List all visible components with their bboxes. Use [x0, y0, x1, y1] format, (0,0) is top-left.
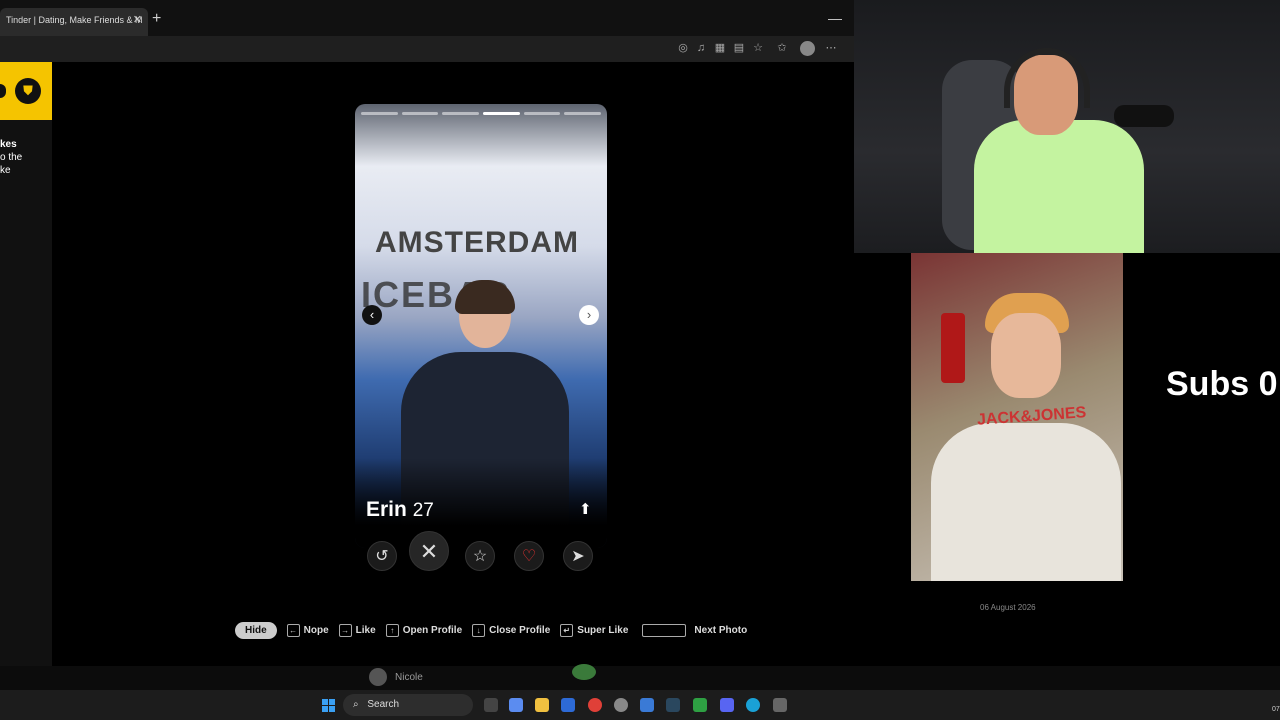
status-indicator [572, 664, 596, 680]
rewind-icon[interactable]: ↺ [367, 541, 397, 571]
taskbar-clock: 07 [1272, 706, 1280, 713]
location-icon[interactable]: ◎ [677, 42, 689, 54]
copilot-icon[interactable] [509, 698, 523, 712]
headset-icon [1004, 48, 1090, 108]
avatar [369, 668, 387, 686]
chrome-icon[interactable] [588, 698, 602, 712]
windows-taskbar: ⌕ Search [0, 690, 1280, 720]
edge-icon[interactable] [746, 698, 760, 712]
tab-close-icon[interactable]: ✕ [133, 13, 142, 26]
chat-user-name: Nicole [395, 671, 423, 683]
photo-progress-segment [483, 112, 520, 115]
open-profile-arrow-up-icon[interactable]: ⬆ [579, 500, 592, 518]
tab-tinder[interactable]: Tinder | Dating, Make Friends & M ✕ [0, 8, 148, 36]
keyboard-shortcut-legend: Hide ← Nope → Like ↑ Open Profile ↓ Close Pr… [235, 620, 747, 640]
hide-shortcuts-button[interactable]: Hide [235, 621, 277, 639]
shortcut-next-photo: Next Photo [638, 623, 747, 637]
shortcut-like: → Like [338, 623, 376, 637]
browser-toolbar: ◎ ♫ ▦ ▤ ☆ ✩ ⋯ [0, 36, 854, 62]
photo-progress-segment [361, 112, 398, 115]
app-icon-3[interactable] [693, 698, 707, 712]
shield-icon[interactable]: ⛊ [15, 78, 41, 104]
boost-send-icon[interactable]: ➤ [563, 541, 593, 571]
microphone-icon [1114, 105, 1174, 127]
search-icon: ⌕ [353, 699, 359, 710]
background-window-strip [0, 666, 1280, 690]
photo-sign-text: AMSTERDAM [375, 226, 579, 259]
safety-toolkit-box[interactable]: ⛊ [0, 62, 52, 120]
profile-card[interactable]: AMSTERDAM ICEBAR ‹ › Erin 27 ⬆ [355, 104, 607, 548]
more-menu-icon[interactable]: ⋯ [825, 42, 837, 54]
enter-key-icon: ↵ [560, 623, 574, 637]
bell-icon[interactable]: ♫ [695, 42, 707, 54]
streamer-webcam [854, 0, 1280, 253]
up-arrow-key-icon: ↑ [385, 623, 399, 637]
steam-icon[interactable] [666, 698, 680, 712]
minimize-button[interactable]: — [828, 10, 842, 26]
new-tab-button[interactable]: + [152, 10, 161, 28]
profile-age: 27 [412, 500, 434, 521]
like-heart-icon[interactable]: ♡ [514, 541, 544, 571]
photo-progress-segment [523, 112, 561, 115]
date-label: 06 August 2026 [980, 603, 1036, 612]
app-icon[interactable] [614, 698, 628, 712]
guest-webcam: JACK&JONES [911, 253, 1123, 581]
photo-progress-bar [361, 112, 602, 115]
collections-icon[interactable]: ✩ [776, 42, 788, 54]
settings-gear-icon[interactable] [773, 698, 787, 712]
favorite-star-icon[interactable]: ☆ [752, 42, 764, 54]
chat-user-nicole[interactable]: Nicole [369, 668, 423, 686]
space-key-icon [642, 623, 687, 637]
profile-name-age[interactable]: Erin 27 [366, 498, 434, 522]
next-photo-chevron-icon[interactable]: › [579, 305, 599, 325]
phone-icon [941, 313, 965, 383]
action-buttons: ↺ ✕ ☆ ♡ ➤ [367, 531, 595, 581]
nope-x-icon[interactable]: ✕ [409, 531, 449, 571]
search-label: Search [367, 699, 400, 710]
windows-start-icon[interactable] [322, 699, 335, 712]
panel-line: ke [0, 165, 11, 176]
store-icon[interactable] [561, 698, 575, 712]
extensions-icon[interactable]: ▦ [714, 42, 726, 54]
shortcut-nope: ← Nope [286, 623, 329, 637]
previous-photo-chevron-icon[interactable]: ‹ [362, 305, 382, 325]
photo-progress-segment [564, 112, 602, 115]
file-explorer-icon[interactable] [535, 698, 549, 712]
reader-icon[interactable]: ▤ [733, 42, 745, 54]
profile-name: Erin [366, 498, 407, 521]
profile-avatar[interactable] [800, 41, 815, 56]
shortcut-super-like: ↵ Super Like [560, 623, 628, 637]
task-view-icon[interactable] [484, 698, 498, 712]
panel-line: o the [0, 152, 23, 163]
photo-progress-segment [401, 112, 439, 115]
down-arrow-key-icon: ↓ [472, 623, 486, 637]
tab-bar: Tinder | Dating, Make Friends & M ✕ + — [0, 0, 854, 36]
tab-title: Tinder | Dating, Make Friends & M [6, 15, 143, 25]
discord-icon[interactable] [720, 698, 734, 712]
left-arrow-key-icon: ← [286, 623, 300, 637]
taskbar-search[interactable]: ⌕ Search [343, 694, 473, 716]
toggle-icon [0, 84, 6, 98]
subs-counter: Subs 0 [1166, 365, 1278, 403]
panel-heading: kes [0, 139, 17, 150]
photo-progress-segment [442, 112, 480, 115]
shortcut-close-profile: ↓ Close Profile [472, 623, 550, 637]
right-arrow-key-icon: → [338, 623, 352, 637]
app-icon-2[interactable] [640, 698, 654, 712]
super-like-star-icon[interactable]: ☆ [465, 541, 495, 571]
shortcut-open-profile: ↑ Open Profile [385, 623, 462, 637]
browser-window: Tinder | Dating, Make Friends & M ✕ + — … [0, 0, 910, 666]
side-panel-text: kes o the ke [0, 138, 22, 177]
